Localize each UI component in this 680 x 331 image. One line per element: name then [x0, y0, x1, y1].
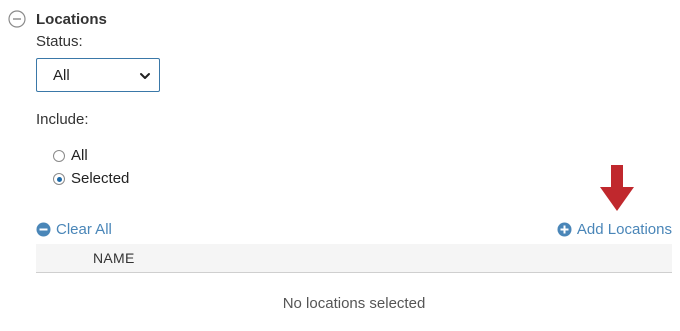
radio-selected[interactable]	[53, 173, 65, 185]
status-select-value: All	[53, 66, 70, 84]
clear-all-label: Clear All	[56, 220, 112, 238]
radio-all[interactable]	[53, 150, 65, 162]
include-option-all[interactable]: All	[53, 145, 88, 165]
plus-circle-icon	[557, 222, 572, 236]
section-header: Locations	[8, 8, 107, 30]
column-header-name[interactable]: NAME	[93, 250, 135, 266]
arrow-down-icon	[600, 165, 634, 211]
locations-filter-panel: Locations Status: All Include: All Selec…	[0, 0, 680, 331]
collapse-circle-icon[interactable]	[8, 10, 26, 28]
include-label: Include:	[36, 111, 89, 128]
chevron-down-icon	[140, 73, 150, 79]
radio-selected-label: Selected	[71, 169, 130, 187]
clear-all-button[interactable]: Clear All	[36, 219, 112, 239]
empty-table-message: No locations selected	[282, 295, 426, 312]
status-select[interactable]: All	[36, 58, 160, 92]
status-label: Status:	[36, 33, 83, 50]
radio-all-label: All	[71, 146, 88, 164]
minus-circle-icon	[36, 222, 51, 236]
include-option-selected[interactable]: Selected	[53, 168, 129, 188]
section-title: Locations	[36, 10, 107, 28]
add-locations-button[interactable]: Add Locations	[557, 219, 672, 239]
add-locations-label: Add Locations	[576, 220, 672, 238]
locations-table-header: NAME	[36, 244, 672, 273]
